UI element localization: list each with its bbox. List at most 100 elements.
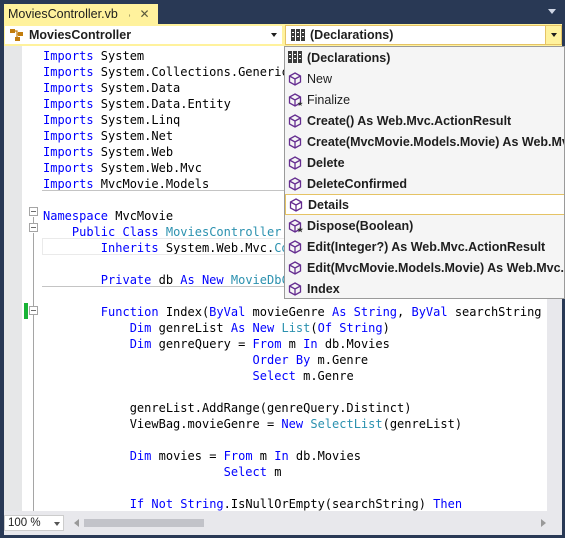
code-line[interactable]: genreList.AddRange(genreQuery.Distinct)	[43, 400, 412, 416]
member-combo[interactable]: (Declarations)	[285, 25, 562, 45]
keyword-token: ByVal	[411, 305, 448, 319]
keyword-token: Imports	[43, 113, 94, 127]
code-line[interactable]: Imports System.Linq	[43, 112, 180, 128]
tab-overflow-dropdown-icon[interactable]	[548, 9, 556, 14]
code-line[interactable]: Imports System.Data.Entity	[43, 96, 231, 112]
document-tab-strip: MoviesController.vb ˒ ✕	[0, 0, 565, 24]
zoom-level-value: 100 %	[8, 517, 41, 529]
dropdown-item[interactable]: (Declarations)	[285, 47, 564, 68]
text-token: m.Genre	[310, 353, 369, 367]
code-line[interactable]: Dim genreQuery = From m In db.Movies	[43, 336, 390, 352]
horizontal-scrollbar[interactable]	[66, 515, 562, 531]
pin-icon[interactable]: ˒	[128, 8, 132, 20]
keyword-token: New	[281, 417, 304, 431]
dropdown-item[interactable]: Create() As Web.Mvc.ActionResult	[285, 110, 564, 131]
protected-star-icon: ★	[297, 100, 304, 108]
keyword-token: Of String	[317, 321, 383, 335]
code-line[interactable]: If Not String.IsNullOrEmpty(searchString…	[43, 496, 462, 511]
keyword-token: Order By	[252, 353, 311, 367]
dropdown-item[interactable]: Edit(MvcMovie.Models.Movie) As Web.Mvc.A…	[285, 257, 564, 278]
class-combo-value: MoviesController	[29, 28, 132, 42]
horizontal-scroll-thumb[interactable]	[84, 519, 204, 527]
keyword-token: Imports	[43, 177, 94, 191]
dropdown-item[interactable]: Details	[285, 194, 564, 215]
text-token: genreList.AddRange(genreQuery.Distinct)	[43, 401, 412, 415]
method-icon	[288, 113, 302, 128]
code-line[interactable]: Order By m.Genre	[43, 352, 369, 368]
method-icon	[288, 281, 302, 296]
indicator-margin	[4, 46, 22, 511]
collapse-namespace-toggle[interactable]	[29, 207, 38, 216]
code-line[interactable]: Namespace MvcMovie	[43, 208, 173, 224]
code-line[interactable]: Dim genreList As New List(Of String)	[43, 320, 390, 336]
dropdown-item-label: Index	[307, 281, 340, 296]
code-line[interactable]: Function Index(ByVal movieGenre As Strin…	[43, 304, 547, 320]
scroll-right-icon[interactable]	[541, 519, 546, 527]
member-separator	[42, 286, 285, 287]
dropdown-item[interactable]: Create(MvcMovie.Models.Movie) As Web.Mvc…	[285, 131, 564, 152]
close-icon[interactable]: ✕	[139, 7, 149, 21]
zoom-level-combo[interactable]: 100 %	[4, 515, 64, 531]
protected-method-icon: ★	[288, 218, 303, 234]
chevron-down-icon[interactable]	[54, 522, 60, 526]
code-line[interactable]: Imports System.Collections.Generic	[43, 64, 289, 80]
text-token: MvcMovie	[108, 209, 174, 223]
dropdown-item[interactable]: Index	[285, 278, 564, 298]
keyword-token: Function	[100, 305, 159, 319]
code-line[interactable]: Imports System	[43, 48, 144, 64]
code-line[interactable]: Imports System.Web.Mvc	[43, 160, 202, 176]
text-token: (	[310, 321, 318, 335]
keyword-token: As New	[180, 273, 224, 287]
keyword-token: As String	[332, 305, 398, 319]
change-tracking-marker	[24, 303, 28, 319]
keyword-token: ByVal	[209, 305, 246, 319]
keyword-token: Private	[100, 273, 152, 287]
text-token: db.Movies	[317, 337, 390, 351]
member-dropdown-list: (Declarations) New ★ Finalize Create() As We…	[284, 46, 565, 299]
code-line[interactable]: Select m	[43, 464, 282, 480]
keyword-token: Dim	[129, 449, 152, 463]
dropdown-item[interactable]: Edit(Integer?) As Web.Mvc.ActionResult	[285, 236, 564, 257]
keyword-token: Imports	[43, 145, 94, 159]
code-line[interactable]: Imports System.Net	[43, 128, 173, 144]
type-token: SelectList	[310, 417, 383, 431]
dropdown-item[interactable]: Delete	[285, 152, 564, 173]
text-token: System.Web	[93, 145, 174, 159]
code-line[interactable]: Imports System.Web	[43, 144, 173, 160]
dropdown-item-label: Finalize	[307, 92, 351, 107]
text-token: System.Linq	[93, 113, 181, 127]
code-line[interactable]: Select m.Genre	[43, 368, 354, 384]
editor-bottom-bar: 100 %	[4, 511, 562, 535]
code-line[interactable]: Imports System.Data	[43, 80, 180, 96]
text-token: ,	[397, 305, 412, 319]
dropdown-item-label: New	[307, 71, 333, 86]
tab-title: MoviesController.vb	[8, 7, 118, 21]
dropdown-item[interactable]: New	[285, 68, 564, 89]
chevron-down-icon[interactable]	[266, 26, 282, 44]
keyword-token: Imports	[43, 97, 94, 111]
collapse-function-toggle[interactable]	[29, 306, 38, 315]
dropdown-item[interactable]: ★ Dispose(Boolean)	[285, 215, 564, 236]
keyword-token: Select	[252, 369, 296, 383]
class-combo[interactable]: MoviesController	[4, 25, 283, 45]
collapse-class-toggle[interactable]	[29, 223, 38, 232]
document-tab[interactable]: MoviesController.vb ˒ ✕	[4, 4, 158, 24]
dropdown-item-label: Edit(Integer?) As Web.Mvc.ActionResult	[307, 239, 546, 254]
dropdown-item[interactable]: DeleteConfirmed	[285, 173, 564, 194]
code-line[interactable]: Dim movies = From m In db.Movies	[43, 448, 361, 464]
scroll-left-icon[interactable]	[74, 519, 79, 527]
protected-method-icon: ★	[288, 92, 304, 108]
keyword-token: Public Class	[71, 225, 159, 239]
keyword-token: Dim	[129, 337, 152, 351]
dropdown-item[interactable]: ★ Finalize	[285, 89, 564, 110]
code-line[interactable]: ViewBag.movieGenre = New SelectList(genr…	[43, 416, 462, 432]
chevron-down-icon[interactable]	[545, 26, 561, 44]
